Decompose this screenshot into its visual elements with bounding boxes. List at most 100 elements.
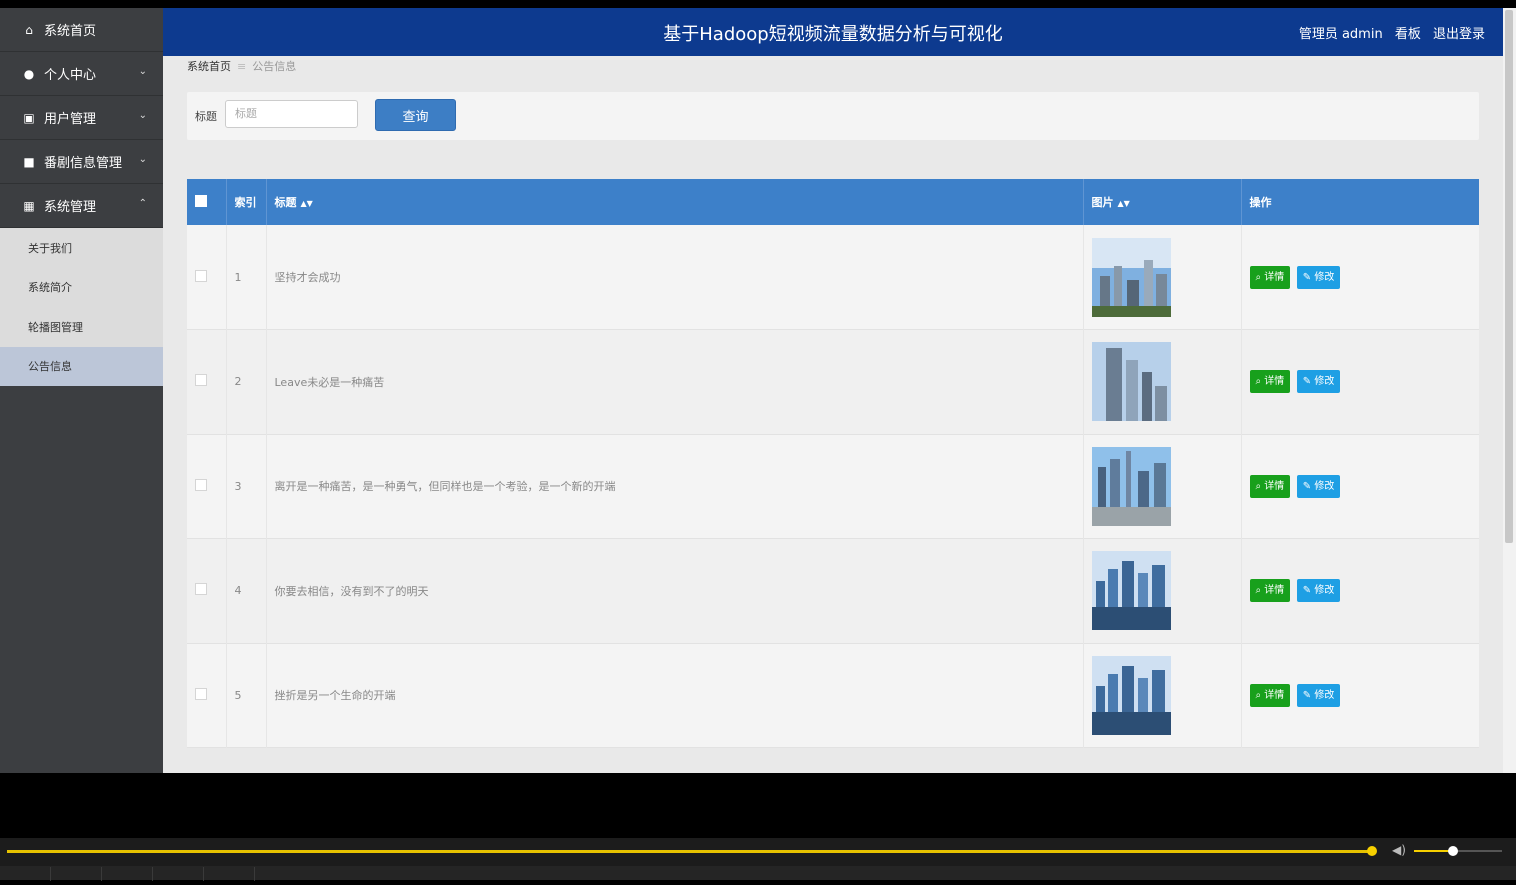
home-icon: ⌂ — [25, 22, 33, 37]
title-search-input[interactable] — [225, 100, 358, 128]
sidebar-item-label: 番剧信息管理 — [44, 156, 123, 171]
edit-button[interactable]: ✎ 修改 — [1296, 265, 1341, 289]
toolbar-slot[interactable] — [102, 867, 153, 881]
row-title: 离开是一种痛苦，是一种勇气，但同样也是一个考验，是一个新的开端 — [266, 434, 1084, 539]
toolbar-slot[interactable] — [0, 867, 51, 881]
bottom-toolbar — [0, 866, 1516, 881]
column-header-title[interactable]: 标题 ▲▼ — [266, 179, 1084, 225]
detail-button[interactable]: ⌕ 详情 — [1249, 683, 1291, 707]
sidebar-item-profile[interactable]: ● 个人中心 ⌄ — [0, 52, 163, 96]
row-checkbox[interactable] — [195, 478, 207, 491]
edit-icon: ✎ — [1302, 480, 1315, 492]
top-header: 基于Hadoop短视频流量数据分析与可视化 管理员 admin 看板 退出登录 — [163, 8, 1503, 56]
volume-icon[interactable]: ◀) — [1392, 843, 1406, 857]
edit-icon: ✎ — [1302, 376, 1315, 388]
row-checkbox[interactable] — [195, 583, 207, 596]
sidebar-item-home[interactable]: ⌂ 系统首页 — [0, 8, 163, 52]
toolbar-slot[interactable] — [153, 867, 204, 881]
select-all-checkbox[interactable] — [195, 194, 207, 207]
scrollbar-thumb[interactable] — [1505, 10, 1513, 543]
query-button[interactable]: 查询 — [375, 99, 456, 131]
row-checkbox[interactable] — [195, 374, 207, 387]
row-index: 4 — [226, 538, 267, 643]
edit-label: 修改 — [1314, 585, 1335, 597]
toolbar-slot[interactable] — [204, 867, 255, 881]
column-title-label: 标题 — [274, 196, 297, 209]
chevron-down-icon: ⌄ — [138, 110, 147, 121]
chevron-up-icon: ⌃ — [138, 198, 147, 209]
detail-label: 详情 — [1264, 376, 1285, 388]
logout-link[interactable]: 退出登录 — [1433, 27, 1485, 42]
user-label: 管理员 admin — [1298, 27, 1383, 42]
row-title: Leave未必是一种痛苦 — [266, 329, 1084, 434]
column-header-image[interactable]: 图片 ▲▼ — [1083, 179, 1242, 225]
breadcrumb-separator: ≡ — [237, 60, 247, 73]
table-row: 1 坚持才会成功 ⌕ 详情 ✎ 修改 — [187, 225, 1479, 330]
sidebar-item-system[interactable]: ▦ 系统管理 ⌃ — [0, 184, 163, 228]
city-thumbnail-image — [1091, 551, 1171, 631]
submenu-item-intro[interactable]: 系统简介 — [0, 268, 163, 308]
city-thumbnail-image — [1091, 342, 1171, 422]
row-title: 你要去相信，没有到不了的明天 — [266, 538, 1084, 643]
notice-table: 索引 标题 ▲▼ 图片 ▲▼ 操作 1 坚持才会成功 ⌕ 详情 ✎ 修改 2 L… — [187, 179, 1479, 748]
sidebar: ⌂ 系统首页 ● 个人中心 ⌄ ▣ 用户管理 ⌄ ■ 番剧信息管理 ⌄ ▦ 系统… — [0, 8, 163, 773]
select-all-cell — [187, 179, 227, 225]
toolbar-slot[interactable] — [51, 867, 102, 881]
row-checkbox[interactable] — [195, 269, 207, 282]
row-select-cell — [187, 329, 227, 434]
submenu-label: 关于我们 — [28, 241, 72, 255]
table-header-row: 索引 标题 ▲▼ 图片 ▲▼ 操作 — [187, 179, 1479, 225]
row-actions: ⌕ 详情 ✎ 修改 — [1241, 434, 1479, 539]
edit-button[interactable]: ✎ 修改 — [1296, 370, 1341, 394]
row-index: 1 — [226, 225, 267, 330]
column-header-actions: 操作 — [1249, 196, 1272, 209]
row-actions: ⌕ 详情 ✎ 修改 — [1241, 330, 1479, 435]
sidebar-item-series[interactable]: ■ 番剧信息管理 ⌄ — [0, 140, 163, 184]
dashboard-link[interactable]: 看板 — [1395, 27, 1421, 42]
sidebar-item-users[interactable]: ▣ 用户管理 ⌄ — [0, 96, 163, 140]
clipboard-icon: ▣ — [23, 110, 35, 125]
edit-label: 修改 — [1314, 271, 1335, 283]
row-checkbox[interactable] — [195, 687, 207, 700]
video-letterbox — [0, 773, 1516, 838]
table-row: 4 你要去相信，没有到不了的明天 ⌕ 详情 ✎ 修改 — [187, 538, 1479, 643]
city-thumbnail-image — [1091, 237, 1171, 317]
detail-button[interactable]: ⌕ 详情 — [1249, 579, 1291, 603]
breadcrumb-home[interactable]: 系统首页 — [187, 60, 231, 73]
row-image-cell — [1083, 329, 1242, 434]
submenu-item-carousel[interactable]: 轮播图管理 — [0, 307, 163, 347]
chevron-down-icon: ⌄ — [138, 66, 147, 77]
search-panel: 标题 查询 — [187, 92, 1479, 140]
playback-knob[interactable] — [1367, 846, 1377, 856]
row-index: 5 — [226, 643, 267, 748]
search-icon: ⌕ — [1255, 271, 1265, 283]
edit-button[interactable]: ✎ 修改 — [1296, 683, 1341, 707]
table-row: 2 Leave未必是一种痛苦 ⌕ 详情 ✎ 修改 — [187, 329, 1479, 435]
detail-button[interactable]: ⌕ 详情 — [1249, 265, 1291, 289]
page-scrollbar[interactable] — [1503, 8, 1516, 773]
submenu-item-about[interactable]: 关于我们 — [0, 228, 163, 268]
user-icon: ● — [23, 66, 35, 81]
column-image-label: 图片 — [1091, 196, 1114, 209]
edit-button[interactable]: ✎ 修改 — [1296, 579, 1341, 603]
search-icon: ⌕ — [1255, 689, 1265, 701]
row-image-cell — [1083, 643, 1242, 748]
grid-icon: ▦ — [23, 198, 35, 213]
column-header-index: 索引 — [226, 179, 267, 225]
edit-label: 修改 — [1314, 376, 1335, 388]
sort-icon: ▲▼ — [1117, 198, 1130, 208]
row-image-cell — [1083, 434, 1242, 539]
search-label: 标题 — [195, 110, 217, 123]
submenu-item-notice[interactable]: 公告信息 — [0, 346, 163, 386]
edit-button[interactable]: ✎ 修改 — [1296, 474, 1341, 498]
row-title: 挫折是另一个生命的开端 — [266, 643, 1084, 748]
city-thumbnail-image — [1091, 655, 1171, 735]
submenu-label: 系统简介 — [28, 281, 72, 295]
detail-button[interactable]: ⌕ 详情 — [1249, 370, 1291, 394]
volume-knob[interactable] — [1448, 846, 1458, 856]
breadcrumb-current: 公告信息 — [252, 60, 297, 73]
detail-button[interactable]: ⌕ 详情 — [1249, 474, 1291, 498]
chevron-down-icon: ⌄ — [138, 154, 147, 165]
edit-label: 修改 — [1314, 689, 1335, 701]
playback-progress-bar[interactable] — [7, 850, 1372, 853]
